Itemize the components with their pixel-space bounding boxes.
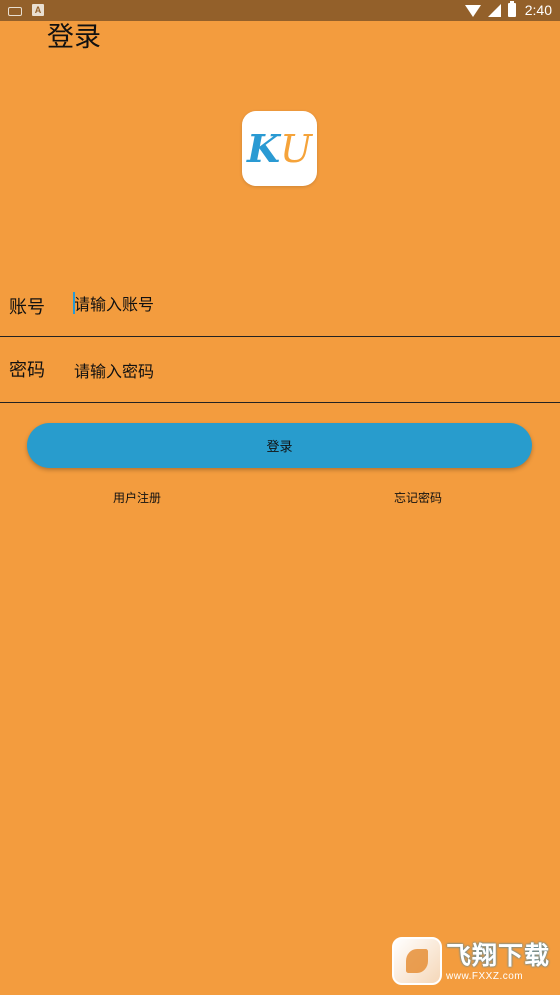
watermark-url: www.FXXZ.com xyxy=(446,970,524,982)
wifi-icon xyxy=(464,5,481,17)
watermark-name: 飞翔下载 xyxy=(446,940,551,970)
text-caret xyxy=(73,292,75,314)
register-link[interactable]: 用户注册 xyxy=(113,489,161,506)
keyboard-icon xyxy=(8,7,22,16)
status-time: 2:40 xyxy=(524,2,552,18)
account-input[interactable] xyxy=(74,289,544,319)
password-divider xyxy=(0,402,560,403)
signal-icon xyxy=(487,3,501,17)
logo-letter-u: U xyxy=(280,126,313,171)
battery-icon xyxy=(507,1,516,17)
page-title: 登录 xyxy=(47,22,101,53)
watermark: 飞翔下载 www.FXXZ.com xyxy=(392,936,552,986)
a-icon: A xyxy=(32,3,44,16)
logo-letter-k: K xyxy=(246,126,280,171)
account-label: 账号 xyxy=(9,297,45,318)
watermark-logo-icon xyxy=(392,937,442,985)
app-logo: KU xyxy=(242,111,317,186)
password-input[interactable] xyxy=(74,356,544,386)
password-label: 密码 xyxy=(9,360,45,381)
password-row: 密码 xyxy=(0,337,560,403)
forgot-password-link[interactable]: 忘记密码 xyxy=(394,489,442,506)
account-row: 账号 xyxy=(0,271,560,337)
login-button[interactable]: 登录 xyxy=(27,423,532,468)
